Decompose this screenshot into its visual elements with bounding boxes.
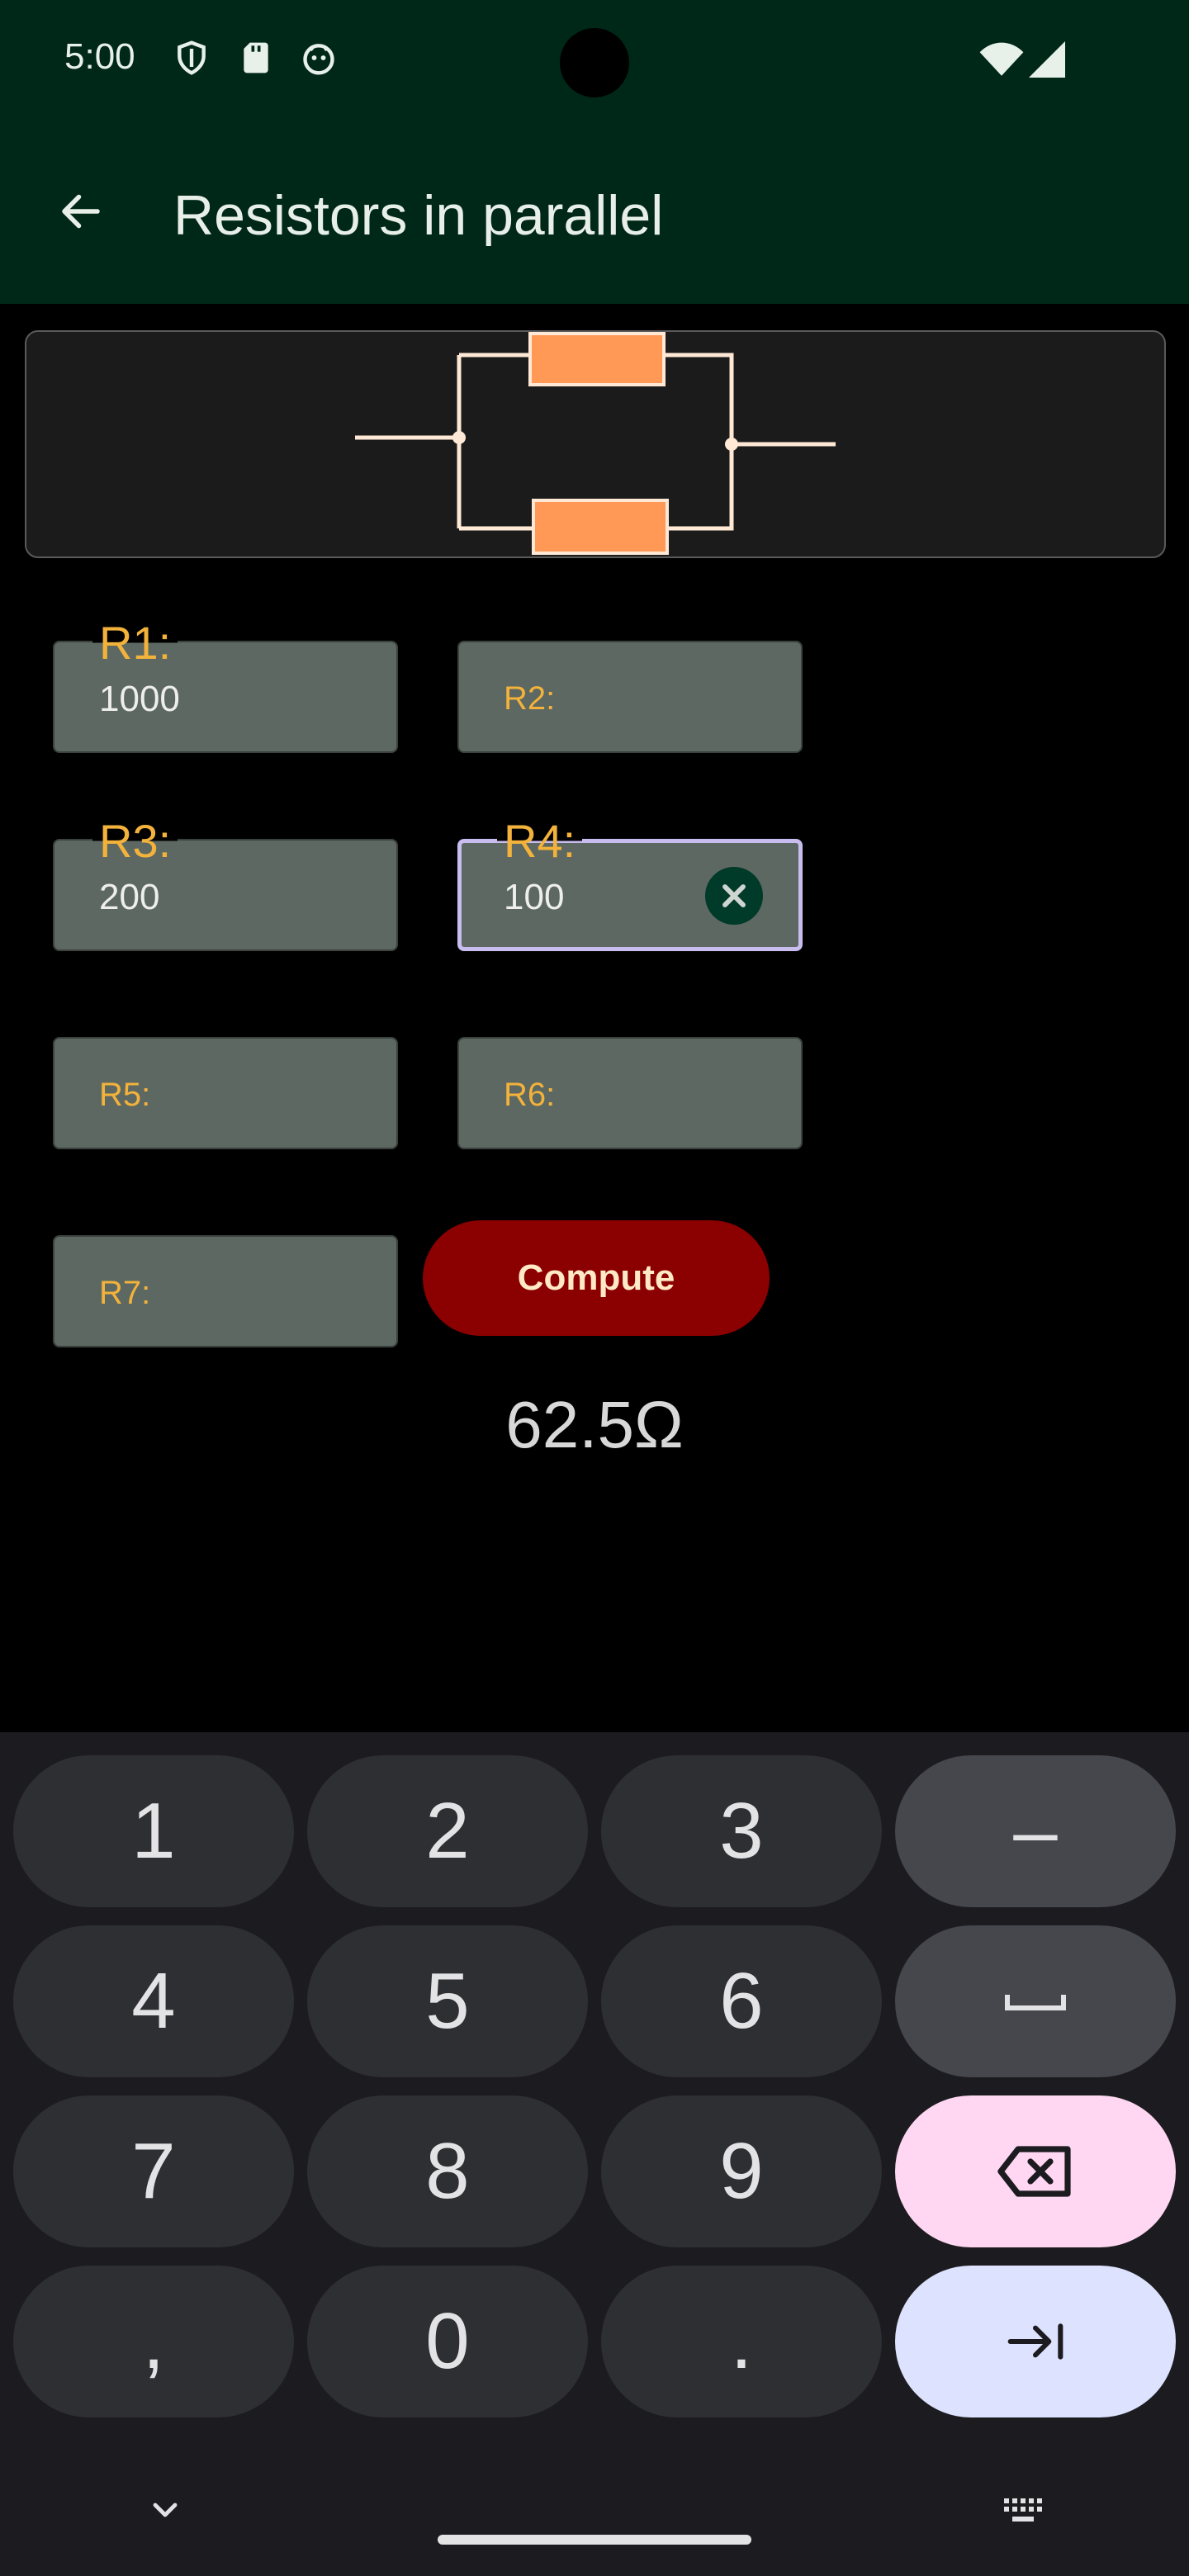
key-1-label: 1	[131, 1787, 176, 1875]
r7-label: R7:	[99, 1275, 151, 1311]
key-3-label: 3	[719, 1787, 764, 1875]
key-minus[interactable]: –	[895, 1755, 1176, 1907]
sd-card-icon	[244, 42, 268, 73]
camera-cutout	[560, 28, 629, 97]
back-button[interactable]	[46, 177, 116, 246]
key-6[interactable]: 6	[601, 1925, 882, 2077]
r2-label: R2:	[504, 680, 556, 717]
key-2[interactable]: 2	[307, 1755, 588, 1907]
r1-label: R1:	[92, 616, 178, 670]
key-0-label: 0	[425, 2297, 470, 2385]
key-1[interactable]: 1	[13, 1755, 294, 1907]
arrow-back-icon	[62, 194, 100, 229]
key-5-label: 5	[425, 1957, 470, 2045]
resistor-top	[528, 332, 666, 386]
key-3[interactable]: 3	[601, 1755, 882, 1907]
key-7-label: 7	[131, 2127, 176, 2215]
key-8[interactable]: 8	[307, 2095, 588, 2247]
key-2-label: 2	[425, 1787, 470, 1875]
keyboard-icon	[1004, 2498, 1042, 2522]
key-space[interactable]	[895, 1925, 1176, 2077]
space-icon	[1005, 1995, 1066, 2010]
key-7[interactable]: 7	[13, 2095, 294, 2247]
r5-label: R5:	[99, 1077, 151, 1113]
r6-label: R6:	[504, 1077, 556, 1113]
r4-label: R4:	[497, 814, 583, 868]
key-6-label: 6	[719, 1957, 764, 2045]
key-8-label: 8	[425, 2127, 470, 2215]
result-text: 62.5Ω	[505, 1388, 684, 1461]
r3-value: 200	[99, 877, 160, 917]
wifi-icon	[979, 42, 1024, 76]
compute-button[interactable]: Compute	[423, 1220, 770, 1336]
android-debug-icon	[303, 44, 334, 75]
tab-forward-icon	[1007, 2323, 1063, 2360]
r4-clear-button[interactable]	[705, 867, 763, 925]
cellular-signal-icon	[1029, 41, 1065, 78]
clear-icon	[722, 884, 746, 907]
r4-value: 100	[504, 877, 565, 917]
hide-keyboard-button[interactable]	[140, 2485, 190, 2535]
chevron-down-icon	[153, 2503, 178, 2517]
key-minus-label: –	[1013, 1787, 1058, 1875]
compute-button-label: Compute	[517, 1257, 675, 1298]
key-comma[interactable]: ,	[13, 2266, 294, 2417]
key-0[interactable]: 0	[307, 2266, 588, 2417]
key-comma-label: ,	[142, 2297, 165, 2385]
key-backspace[interactable]	[895, 2095, 1176, 2247]
r3-label: R3:	[92, 814, 178, 868]
key-dot-label: .	[730, 2297, 753, 2385]
parallel-resistor-diagram	[355, 332, 836, 555]
page-title: Resistors in parallel	[173, 184, 664, 247]
key-4-label: 4	[131, 1957, 176, 2045]
key-dot[interactable]: .	[601, 2266, 882, 2417]
key-9[interactable]: 9	[601, 2095, 882, 2247]
key-5[interactable]: 5	[307, 1925, 588, 2077]
shield-icon	[178, 40, 206, 75]
key-9-label: 9	[719, 2127, 764, 2215]
resistor-bottom	[532, 499, 669, 555]
home-gesture-handle[interactable]	[438, 2535, 751, 2545]
switch-keyboard-button[interactable]	[999, 2488, 1052, 2535]
r1-value: 1000	[99, 679, 180, 719]
key-4[interactable]: 4	[13, 1925, 294, 2077]
backspace-icon	[997, 2146, 1071, 2197]
key-next-field[interactable]	[895, 2266, 1176, 2417]
status-time: 5:00	[64, 36, 135, 77]
